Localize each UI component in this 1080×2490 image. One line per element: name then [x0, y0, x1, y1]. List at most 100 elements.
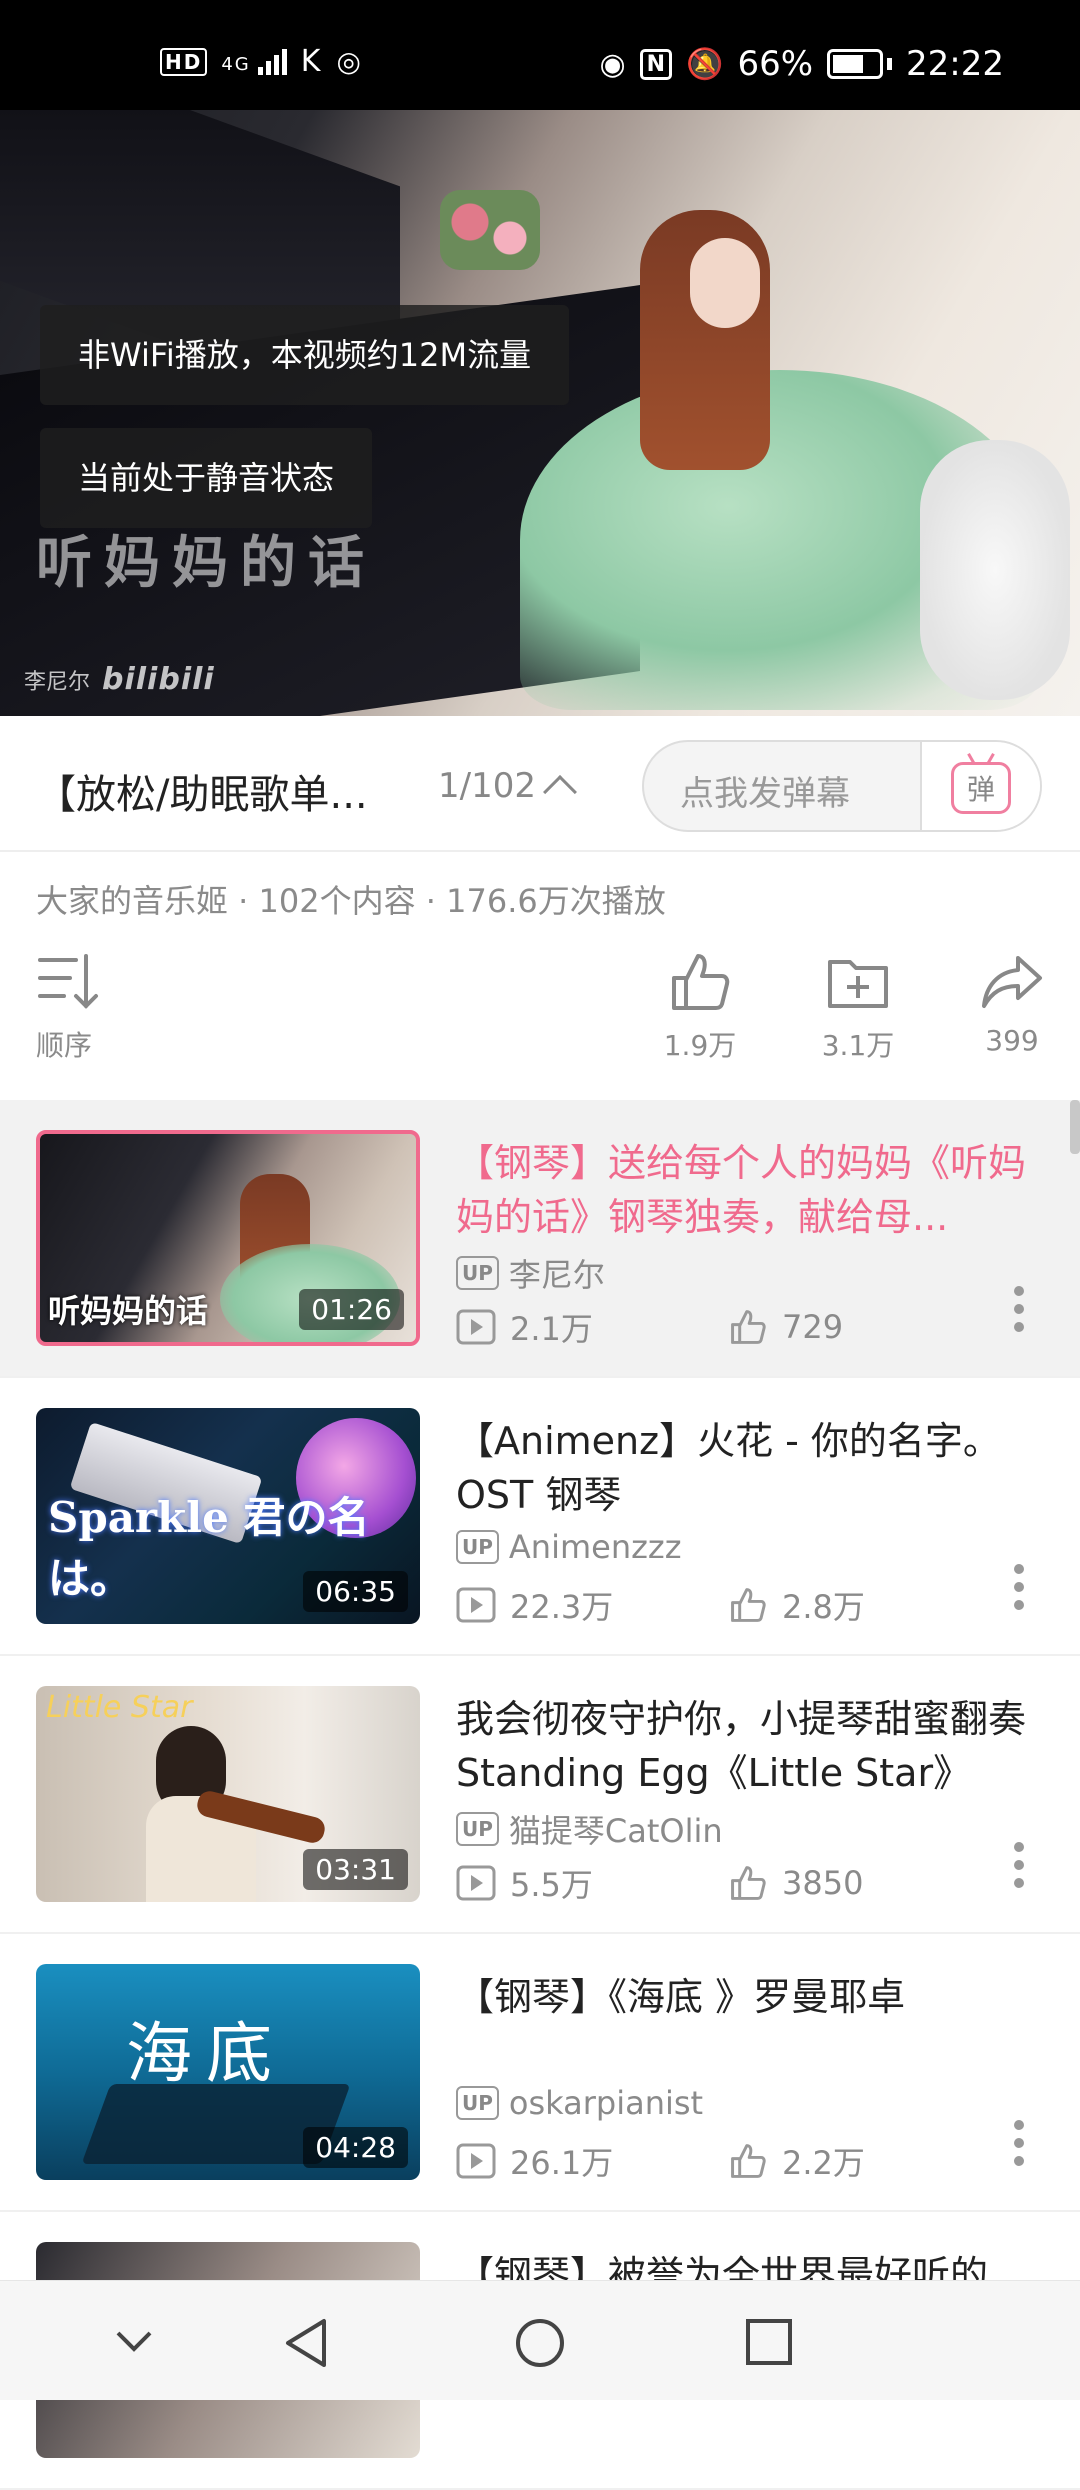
signal-icon: 4G [221, 48, 287, 75]
video-watermark: 李尼尔 bilibili [24, 662, 215, 697]
video-thumbnail[interactable]: Little Star 03:31 [36, 1686, 420, 1902]
view-count: 2.1万 [510, 1310, 593, 1348]
more-options-icon[interactable] [1014, 1842, 1024, 1892]
uploader[interactable]: UP 猫提琴CatOlin [456, 1806, 723, 1852]
nfc-icon: N [639, 48, 673, 80]
playlist-count: 1/102 [438, 766, 536, 806]
battery-nub [887, 58, 893, 70]
video-stats: 22.3万 2.8万 [456, 1582, 1000, 1628]
back-triangle-icon [286, 2319, 326, 2367]
share-button[interactable]: 399 [972, 950, 1052, 1057]
video-title[interactable]: 【钢琴】《海底 》罗曼耶卓 [456, 1970, 1046, 2024]
video-thumbnail[interactable]: 海底 04:28 [36, 1964, 420, 2180]
more-options-icon[interactable] [1014, 1564, 1024, 1614]
scrollbar[interactable] [1070, 1100, 1080, 1154]
play-count-icon [456, 1865, 496, 1901]
danmu-tv-icon: 弹 [951, 762, 1011, 814]
face [690, 238, 760, 328]
like-stat: 729 [728, 1308, 1000, 1346]
bilibili-logo: bilibili [102, 662, 215, 697]
chevron-down-icon [116, 2331, 152, 2352]
favorite-count: 3.1万 [821, 1029, 895, 1062]
list-item[interactable]: 听妈妈的话 01:26 【钢琴】送给每个人的妈妈《听妈妈的话》钢琴独奏，献给母.… [0, 1100, 1080, 1378]
like-count: 3850 [782, 1864, 864, 1902]
hotspot-icon: ◎ [336, 45, 363, 78]
white-cello [920, 440, 1070, 700]
uploader[interactable]: UP oskarpianist [456, 2084, 703, 2122]
share-count: 399 [985, 1024, 1039, 1057]
like-button[interactable]: 1.9万 [660, 950, 740, 1064]
uploader-name: oskarpianist [508, 2084, 704, 2122]
more-options-icon[interactable] [1014, 1286, 1024, 1336]
video-watermark-title: 听妈妈的话 [36, 530, 376, 596]
data-usage-toast: 非WiFi播放，本视频约12M流量 [40, 305, 570, 405]
like-stat: 2.8万 [728, 1582, 1000, 1628]
view-stat: 2.1万 [456, 1304, 728, 1350]
watermark-author: 李尼尔 [24, 669, 91, 695]
share-arrow-icon [982, 956, 1042, 1008]
action-row: 顺序 1.9万 3.1万 399 [0, 950, 1080, 1100]
play-count-icon [456, 1309, 496, 1345]
up-badge: UP [456, 2086, 499, 2120]
uploader[interactable]: UP Animenzzz [456, 1528, 682, 1566]
danmu-toggle-button[interactable]: 弹 [920, 742, 1040, 830]
uploader-name: 李尼尔 [508, 1256, 605, 1294]
k-icon: K [300, 44, 323, 79]
like-count: 2.8万 [782, 1588, 865, 1626]
video-duration: 04:28 [303, 2127, 408, 2168]
mute-bell-icon: 🔕 [686, 46, 724, 82]
video-duration: 06:35 [303, 1571, 408, 1612]
sort-label: 顺序 [36, 1029, 93, 1062]
like-stat: 3850 [728, 1864, 1000, 1902]
thumb-up-icon [731, 1310, 766, 1344]
video-player[interactable]: 非WiFi播放，本视频约12M流量 当前处于静音状态 听妈妈的话 李尼尔 bil… [0, 110, 1080, 716]
view-stat: 26.1万 [456, 2138, 728, 2184]
video-thumbnail[interactable]: Sparkle 君の名は。 06:35 [36, 1408, 420, 1624]
like-count: 729 [782, 1308, 844, 1346]
nav-home-button[interactable] [514, 2317, 566, 2373]
like-count: 2.2万 [782, 2144, 865, 2182]
play-count-icon [456, 2143, 496, 2179]
video-title[interactable]: 我会彻夜守护你，小提琴甜蜜翻奏Standing Egg《Little Star》 [456, 1692, 1046, 1800]
sort-icon [38, 954, 98, 1009]
flowers [440, 190, 540, 270]
view-count: 26.1万 [510, 2144, 614, 2182]
eye-icon: ◉ [599, 46, 626, 82]
uploader-name: 猫提琴CatOlin [508, 1812, 723, 1850]
video-stats: 2.1万 729 [456, 1304, 1000, 1350]
playlist-count-toggle[interactable]: 1/102 [438, 766, 577, 809]
thumb-up-icon [672, 954, 730, 1010]
uploader-name: Animenzzz [508, 1528, 682, 1566]
thumb-up-icon [731, 2144, 766, 2178]
video-title[interactable]: 【钢琴】送给每个人的妈妈《听妈妈的话》钢琴独奏，献给母... [456, 1136, 1046, 1244]
up-badge: UP [456, 1812, 499, 1846]
status-bar: HD 4G K ◎ ◉ N 🔕 66% 22:22 [0, 0, 1080, 110]
nav-hide-button[interactable] [110, 2317, 158, 2369]
video-title[interactable]: 【Animenz】火花 - 你的名字。OST 钢琴 [456, 1414, 1046, 1522]
list-item[interactable]: Sparkle 君の名は。 06:35 【Animenz】火花 - 你的名字。O… [0, 1378, 1080, 1656]
nav-back-button[interactable] [282, 2317, 334, 2373]
list-item[interactable]: Little Star 03:31 我会彻夜守护你，小提琴甜蜜翻奏Standin… [0, 1656, 1080, 1934]
more-options-icon[interactable] [1014, 2120, 1024, 2170]
view-count: 5.5万 [510, 1866, 593, 1904]
mute-toast: 当前处于静音状态 [40, 428, 373, 528]
playlist-title[interactable]: 【放松/助眠歌单... [36, 762, 368, 820]
sort-button[interactable]: 顺序 [36, 950, 100, 1064]
video-stats: 26.1万 2.2万 [456, 2138, 1000, 2184]
list-item[interactable]: 海底 04:28 【钢琴】《海底 》罗曼耶卓 UP oskarpianist 2… [0, 1934, 1080, 2212]
status-right-icons: ◉ N 🔕 66% 22:22 [599, 44, 1004, 84]
status-left-icons: HD 4G K ◎ [160, 44, 363, 79]
video-thumbnail[interactable]: 听妈妈的话 01:26 [36, 1130, 420, 1346]
uploader[interactable]: UP 李尼尔 [456, 1250, 605, 1296]
video-duration: 01:26 [299, 1289, 404, 1330]
thumb-text: Little Star [46, 1690, 193, 1725]
hd-icon: HD [160, 47, 208, 76]
nav-recents-button[interactable] [744, 2317, 794, 2371]
view-count: 22.3万 [510, 1588, 614, 1626]
danmu-input[interactable]: 点我发弹幕 [680, 766, 850, 815]
thumb-text: 海底 [126, 2015, 286, 2092]
system-nav-bar [0, 2280, 1080, 2400]
favorite-button[interactable]: 3.1万 [818, 950, 898, 1064]
home-circle-icon [516, 2319, 564, 2367]
danmu-bar: 点我发弹幕 弹 [642, 740, 1042, 832]
